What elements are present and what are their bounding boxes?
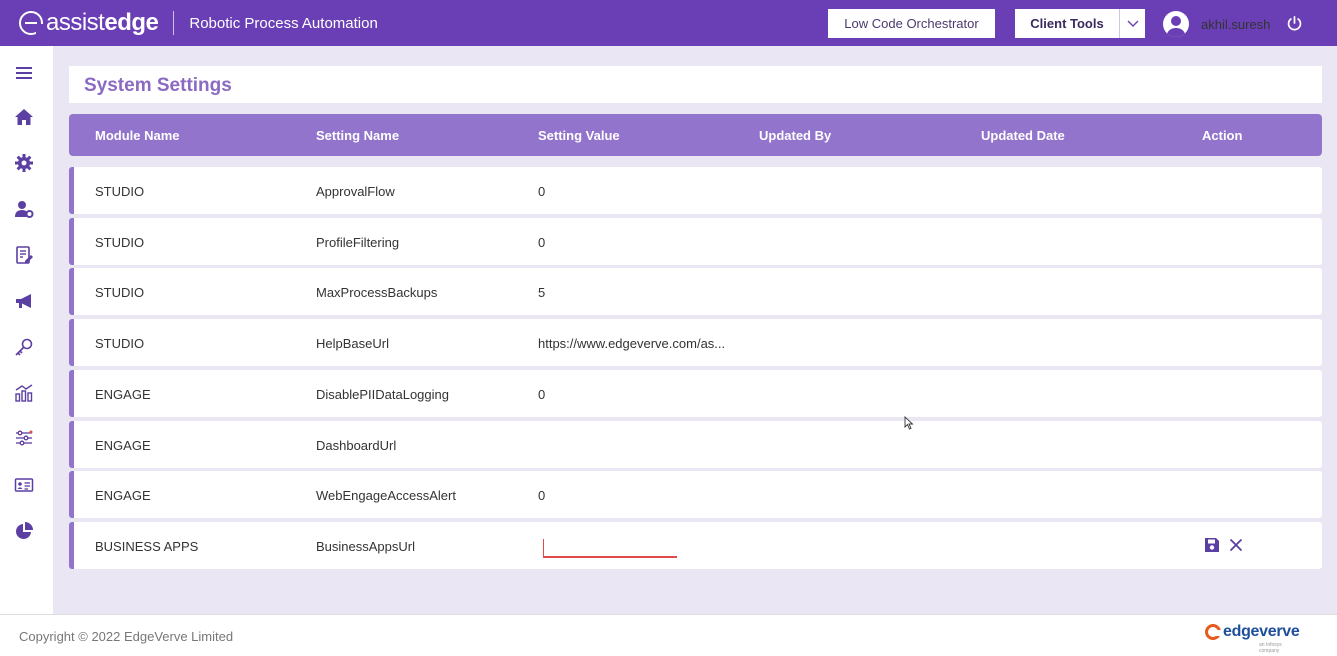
client-tools-dropdown[interactable]	[1119, 9, 1145, 38]
table-row[interactable]: STUDIO ApprovalFlow 0	[69, 167, 1322, 214]
edgeverve-logo-icon	[1205, 624, 1222, 640]
power-icon[interactable]	[1286, 15, 1303, 32]
module-name-cell: STUDIO	[95, 235, 145, 250]
chevron-down-icon	[1127, 20, 1138, 27]
column-header-updated-date: Updated Date	[981, 128, 1065, 143]
module-name-cell: STUDIO	[95, 336, 145, 351]
app-title: Robotic Process Automation	[189, 14, 378, 32]
column-header-module-name: Module Name	[95, 128, 180, 143]
setting-value-cell[interactable]: https://www.edgeverve.com/as...	[538, 336, 725, 351]
table-header: Module Name Setting Name Setting Value U…	[69, 114, 1322, 156]
table-row-editing[interactable]: BUSINESS APPS BusinessAppsUrl	[69, 522, 1322, 569]
setting-name-cell: MaxProcessBackups	[316, 285, 438, 300]
analytics-icon[interactable]	[14, 383, 34, 403]
setting-value-cell[interactable]: 0	[538, 387, 545, 402]
menu-icon[interactable]	[14, 63, 34, 83]
logo-text: assistedge	[46, 9, 159, 36]
column-header-setting-name: Setting Name	[316, 128, 400, 143]
sliders-icon[interactable]	[14, 428, 34, 448]
document-edit-icon[interactable]	[14, 245, 34, 265]
module-name-cell: ENGAGE	[95, 488, 151, 503]
user-settings-icon[interactable]	[14, 199, 34, 219]
id-card-icon[interactable]	[14, 475, 34, 495]
column-header-updated-by: Updated By	[759, 128, 832, 143]
module-name-cell: BUSINESS APPS	[95, 539, 199, 554]
setting-value-cell[interactable]: 5	[538, 285, 545, 300]
pie-chart-icon[interactable]	[14, 521, 34, 541]
assistedge-logo-icon	[19, 11, 44, 35]
client-tools-button[interactable]: Client Tools	[1015, 9, 1119, 38]
client-tools-group: Client Tools	[1015, 9, 1145, 38]
setting-value-cell[interactable]: 0	[538, 235, 545, 250]
megaphone-icon[interactable]	[14, 291, 34, 311]
footer: Copyright © 2022 EdgeVerve Limited edgev…	[0, 614, 1337, 656]
sidebar	[0, 46, 53, 614]
setting-name-cell: DashboardUrl	[316, 438, 397, 453]
page-title: System Settings	[84, 75, 232, 96]
avatar-icon	[1163, 11, 1189, 37]
setting-value-cell[interactable]: 0	[538, 488, 545, 503]
table-row[interactable]: ENGAGE DashboardUrl	[69, 421, 1322, 468]
home-icon[interactable]	[14, 107, 34, 127]
table-row[interactable]: ENGAGE WebEngageAccessAlert 0	[69, 471, 1322, 518]
page-title-card: System Settings	[69, 66, 1322, 103]
module-name-cell: STUDIO	[95, 184, 145, 199]
assistedge-logo[interactable]: assistedge	[19, 0, 159, 46]
setting-name-cell: ProfileFiltering	[316, 235, 400, 250]
table-row[interactable]: ENGAGE DisablePIIDataLogging 0	[69, 370, 1322, 417]
header-divider	[173, 11, 175, 35]
save-icon[interactable]	[1204, 537, 1220, 553]
setting-name-cell: DisablePIIDataLogging	[316, 387, 449, 402]
key-icon[interactable]	[14, 337, 34, 357]
edgeverve-logo: edgeverve an Infosys company	[1205, 623, 1300, 654]
setting-name-cell: HelpBaseUrl	[316, 336, 389, 351]
setting-name-cell: ApprovalFlow	[316, 184, 395, 199]
setting-name-cell: WebEngageAccessAlert	[316, 488, 456, 503]
close-icon[interactable]	[1228, 537, 1244, 553]
module-name-cell: STUDIO	[95, 285, 145, 300]
username: akhil.suresh	[1201, 16, 1271, 32]
edgeverve-subtext: an Infosys company	[1259, 642, 1282, 654]
column-header-action: Action	[1202, 128, 1243, 143]
table-row[interactable]: STUDIO MaxProcessBackups 5	[69, 268, 1322, 315]
user-menu[interactable]: akhil.suresh	[1163, 11, 1270, 37]
setting-value-cell[interactable]: 0	[538, 184, 545, 199]
gear-icon[interactable]	[14, 153, 34, 173]
module-name-cell: ENGAGE	[95, 387, 151, 402]
mouse-cursor-icon	[904, 416, 914, 430]
copyright-text: Copyright © 2022 EdgeVerve Limited	[19, 629, 234, 644]
table-row[interactable]: STUDIO HelpBaseUrl https://www.edgeverve…	[69, 319, 1322, 366]
setting-name-cell: BusinessAppsUrl	[316, 539, 415, 554]
low-code-orchestrator-button[interactable]: Low Code Orchestrator	[828, 9, 995, 38]
setting-value-input[interactable]	[543, 539, 677, 558]
edgeverve-brand-text: edgeverve	[1223, 623, 1300, 640]
module-name-cell: ENGAGE	[95, 438, 151, 453]
table-row[interactable]: STUDIO ProfileFiltering 0	[69, 218, 1322, 265]
column-header-setting-value: Setting Value	[538, 128, 620, 143]
